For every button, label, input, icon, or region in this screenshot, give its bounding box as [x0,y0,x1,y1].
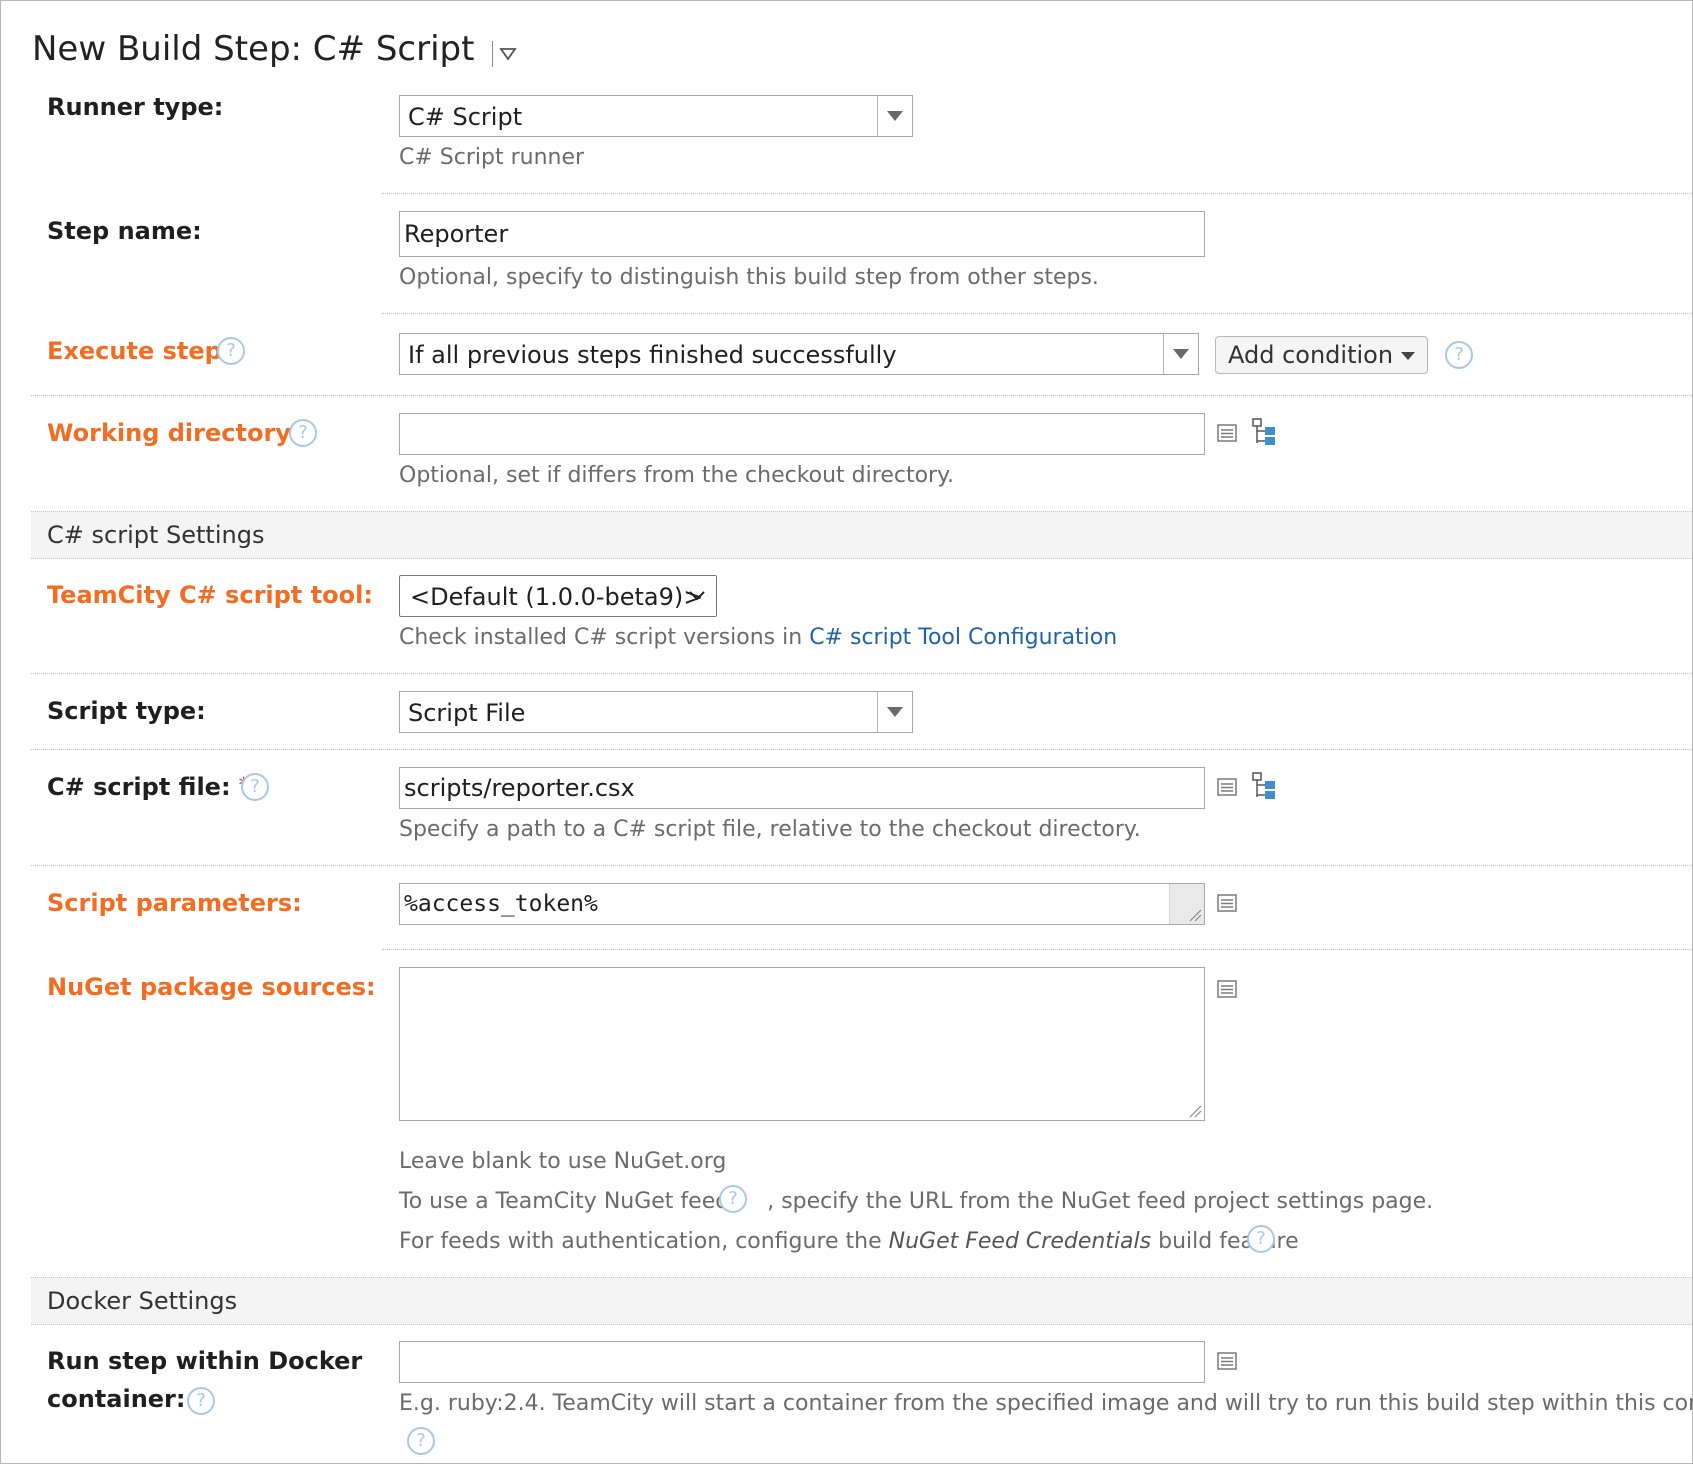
execute-step-help-icon[interactable]: ? [217,337,245,365]
execute-step-label: Execute step: [47,337,232,365]
script-file-help-icon[interactable]: ? [241,773,269,801]
edit-list-icon[interactable] [1217,979,1237,999]
chevron-down-icon [877,96,912,136]
working-directory-hint: Optional, set if differs from the checko… [399,463,954,488]
nuget-hint-auth-text: For feeds with authentication, configure… [399,1229,889,1254]
docker-label-line1: Run step within Docker [47,1347,363,1375]
divider [382,193,1692,194]
chevron-down-icon [877,692,912,732]
docker-hint-help-icon[interactable]: ? [407,1427,435,1455]
docker-settings-section: Docker Settings [31,1277,1692,1325]
runner-type-label: Runner type: [47,93,224,121]
nuget-hint-feed: To use a TeamCity NuGet feed , specify th… [399,1189,1433,1214]
step-name-input[interactable]: Reporter [399,211,1205,257]
script-file-hint: Specify a path to a C# script file, rela… [399,817,1141,842]
edit-list-icon[interactable] [1217,423,1237,443]
build-step-form: New Build Step: C# Script Runner type: C… [0,0,1693,1464]
step-name-label: Step name: [47,217,202,245]
add-condition-help-icon[interactable]: ? [1445,341,1473,369]
runner-type-value: C# Script [408,103,523,131]
nuget-credentials-help-icon[interactable]: ? [1247,1225,1275,1253]
working-directory-input[interactable] [399,413,1205,455]
title-dropdown-icon[interactable] [499,47,518,61]
script-tool-config-link[interactable]: C# script Tool Configuration [809,625,1117,650]
docker-help-icon[interactable]: ? [187,1387,215,1415]
page-title: New Build Step: C# Script [32,29,475,69]
edit-list-icon[interactable] [1217,777,1237,797]
divider [31,865,1692,866]
resize-grip-icon[interactable] [1188,1104,1202,1118]
docker-settings-title: Docker Settings [47,1287,238,1315]
script-file-label: C# script file:* [47,773,249,801]
nuget-sources-label: NuGet package sources: [47,973,376,1001]
script-parameters-value: %access_token% [404,891,598,917]
nuget-hint-blank: Leave blank to use NuGet.org [399,1149,727,1174]
edit-list-icon[interactable] [1217,893,1237,913]
script-type-value: Script File [408,699,526,727]
script-type-select[interactable]: Script File [399,691,913,733]
tree-browse-icon[interactable] [1251,417,1279,447]
divider [382,949,1692,950]
cs-settings-section: C# script Settings [31,511,1692,559]
tree-browse-icon[interactable] [1251,771,1279,801]
chevron-down-icon [1163,334,1198,374]
add-condition-label: Add condition [1228,341,1394,369]
nuget-hint-auth: For feeds with authentication, configure… [399,1229,1299,1254]
working-directory-label: Working directory: [47,419,301,447]
nuget-feed-credentials-text: NuGet Feed Credentials [888,1229,1152,1254]
docker-hint: E.g. ruby:2.4. TeamCity will start a con… [399,1391,1693,1416]
title-divider [492,41,494,67]
divider [31,749,1692,750]
nuget-hint-feed-text-2: , specify the URL from the NuGet feed pr… [767,1189,1434,1214]
script-type-label: Script type: [47,697,206,725]
divider [31,673,1692,674]
page-header: New Build Step: C# Script [32,29,518,69]
caret-down-icon [1401,352,1416,360]
script-tool-value: <Default (1.0.0-beta9)> [410,583,704,611]
script-file-label-text: C# script file: [47,773,231,801]
working-directory-help-icon[interactable]: ? [289,419,317,447]
docker-label-line2: container: [47,1385,186,1413]
script-tool-hint-text: Check installed C# script versions in [399,625,810,650]
script-file-input[interactable]: scripts/reporter.csx [399,767,1205,809]
divider [31,395,1692,396]
step-name-hint: Optional, specify to distinguish this bu… [399,265,1099,290]
execute-step-value: If all previous steps finished successfu… [408,341,897,369]
nuget-hint-auth-text-2: build feature [1151,1229,1299,1254]
docker-image-input[interactable] [399,1341,1205,1383]
script-parameters-label: Script parameters: [47,889,302,917]
edit-list-icon[interactable] [1217,1351,1237,1371]
add-condition-button[interactable]: Add condition [1215,336,1429,374]
chevron-down-icon [689,591,705,601]
script-tool-label: TeamCity C# script tool: [47,581,373,609]
cs-settings-title: C# script Settings [47,521,265,549]
script-parameters-input[interactable]: %access_token% [399,883,1205,925]
runner-type-hint: C# Script runner [399,145,585,170]
resize-handle[interactable] [1169,884,1204,924]
nuget-sources-textarea[interactable] [399,967,1205,1121]
runner-type-select[interactable]: C# Script [399,95,913,137]
resize-grip-icon [1189,909,1202,922]
nuget-feed-help-icon[interactable]: ? [719,1185,747,1213]
script-tool-hint: Check installed C# script versions in C#… [399,625,1117,650]
execute-step-select[interactable]: If all previous steps finished successfu… [399,333,1199,375]
divider [382,313,1692,314]
script-tool-select[interactable]: <Default (1.0.0-beta9)> [399,575,717,617]
nuget-hint-feed-text: To use a TeamCity NuGet feed [399,1189,730,1214]
